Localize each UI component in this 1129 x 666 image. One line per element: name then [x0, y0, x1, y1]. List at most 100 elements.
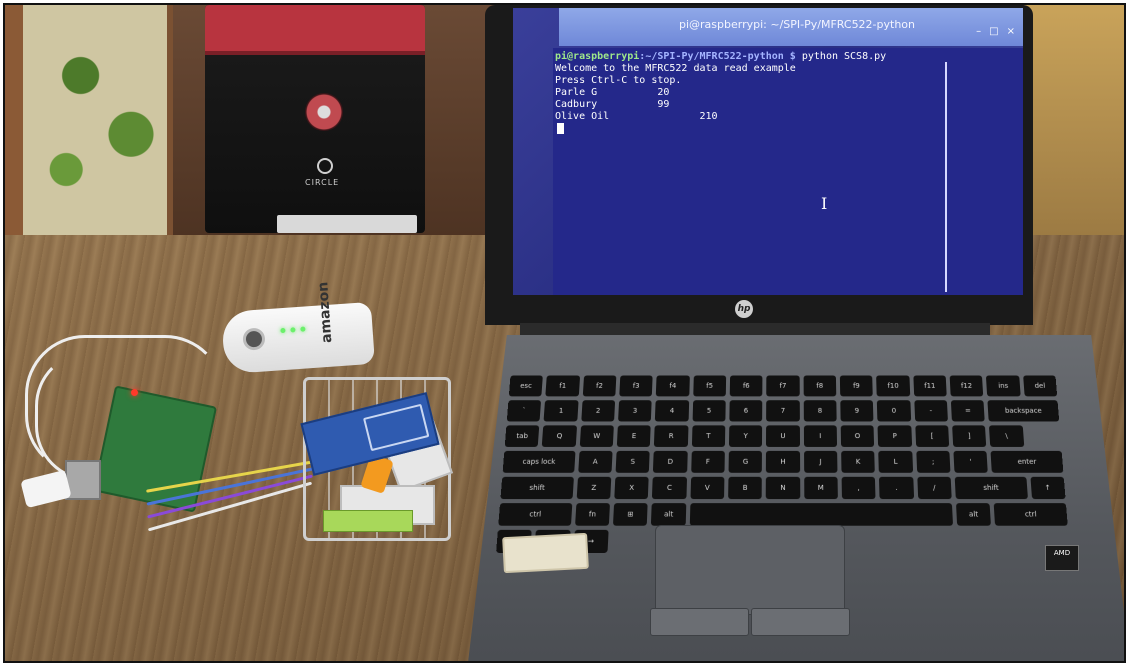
- key[interactable]: V: [690, 476, 725, 500]
- key[interactable]: 4: [655, 400, 689, 422]
- key[interactable]: C: [652, 476, 687, 500]
- key[interactable]: alt: [955, 503, 992, 526]
- key[interactable]: A: [577, 450, 613, 473]
- key[interactable]: ctrl: [993, 503, 1068, 526]
- key[interactable]: I: [803, 425, 838, 447]
- key[interactable]: T: [691, 425, 726, 447]
- key[interactable]: 2: [580, 400, 616, 422]
- key[interactable]: N: [766, 476, 800, 500]
- amd-badge: AMD: [1045, 545, 1079, 571]
- key[interactable]: 6: [729, 400, 763, 422]
- key[interactable]: tab: [504, 425, 540, 447]
- key[interactable]: ins: [986, 375, 1021, 397]
- key[interactable]: ': [953, 450, 989, 473]
- touchpad[interactable]: [655, 525, 845, 615]
- key[interactable]: f11: [913, 375, 947, 397]
- key[interactable]: /: [916, 476, 952, 500]
- minimize-button[interactable]: –: [976, 26, 981, 37]
- key[interactable]: f9: [839, 375, 874, 397]
- key[interactable]: M: [803, 476, 838, 500]
- key[interactable]: f5: [692, 375, 727, 397]
- key[interactable]: esc: [508, 375, 544, 397]
- key[interactable]: shift: [500, 476, 574, 500]
- key-space[interactable]: [689, 503, 954, 526]
- key[interactable]: K: [841, 450, 876, 473]
- key[interactable]: 9: [840, 400, 874, 422]
- key[interactable]: 1: [543, 400, 579, 422]
- key[interactable]: \: [989, 425, 1024, 447]
- key[interactable]: ⊞: [612, 503, 648, 526]
- key[interactable]: R: [654, 425, 689, 447]
- key[interactable]: ;: [915, 450, 951, 473]
- terminal-command: python SCS8.py: [795, 51, 887, 62]
- key[interactable]: fn: [574, 503, 610, 526]
- key[interactable]: f2: [582, 375, 617, 397]
- key[interactable]: f12: [949, 375, 984, 397]
- key[interactable]: F: [690, 450, 725, 473]
- key[interactable]: J: [803, 450, 838, 473]
- prompt-user: pi@raspberrypi: [555, 51, 640, 62]
- key[interactable]: -: [913, 400, 948, 422]
- key[interactable]: ↑: [1030, 476, 1066, 500]
- key[interactable]: S: [615, 450, 651, 473]
- key[interactable]: 7: [766, 400, 800, 422]
- key[interactable]: f7: [766, 375, 800, 397]
- key[interactable]: f8: [803, 375, 837, 397]
- key[interactable]: D: [653, 450, 688, 473]
- key[interactable]: E: [616, 425, 652, 447]
- touchpad-left-button[interactable]: [650, 608, 749, 636]
- key[interactable]: f4: [656, 375, 690, 397]
- key[interactable]: alt: [651, 503, 686, 526]
- key[interactable]: backspace: [987, 400, 1060, 422]
- key[interactable]: =: [950, 400, 986, 422]
- key[interactable]: L: [878, 450, 913, 473]
- key[interactable]: P: [877, 425, 912, 447]
- terminal-window-title: pi@raspberrypi: ~/SPI-Py/MFRC522-python: [679, 18, 916, 31]
- key[interactable]: 5: [692, 400, 726, 422]
- key[interactable]: G: [728, 450, 763, 473]
- key[interactable]: O: [840, 425, 875, 447]
- raspberry-pi-led: [131, 389, 138, 396]
- key[interactable]: enter: [990, 450, 1064, 473]
- terminal-body[interactable]: pi@raspberrypi:~/SPI-Py/MFRC522-python $…: [553, 48, 1023, 295]
- key[interactable]: B: [728, 476, 763, 500]
- key[interactable]: `: [506, 400, 542, 422]
- key[interactable]: Y: [728, 425, 763, 447]
- key[interactable]: Z: [576, 476, 612, 500]
- key[interactable]: f10: [876, 375, 910, 397]
- maximize-button[interactable]: □: [989, 26, 998, 37]
- key[interactable]: 0: [877, 400, 911, 422]
- key[interactable]: .: [879, 476, 914, 500]
- key[interactable]: U: [766, 425, 800, 447]
- key[interactable]: shift: [954, 476, 1028, 500]
- key[interactable]: H: [766, 450, 800, 473]
- key[interactable]: f6: [729, 375, 763, 397]
- hp-logo-icon: hp: [735, 300, 753, 318]
- key[interactable]: f1: [545, 375, 580, 397]
- key[interactable]: 3: [618, 400, 652, 422]
- key[interactable]: ]: [952, 425, 987, 447]
- product-label: [323, 510, 413, 532]
- antenna-coil: [362, 403, 430, 452]
- close-button[interactable]: ×: [1007, 26, 1015, 37]
- power-bank-button: [242, 327, 266, 351]
- tower-red-top: [205, 5, 425, 55]
- terminal-titlebar[interactable]: pi@raspberrypi: ~/SPI-Py/MFRC522-python …: [559, 8, 1023, 46]
- terminal-scrollbar[interactable]: [945, 62, 947, 292]
- touchpad-right-button[interactable]: [751, 608, 850, 636]
- key[interactable]: del: [1022, 375, 1058, 397]
- power-bank-led: [290, 327, 296, 333]
- key[interactable]: X: [614, 476, 650, 500]
- key[interactable]: 8: [803, 400, 837, 422]
- key[interactable]: Q: [542, 425, 577, 447]
- power-bank-led: [300, 326, 306, 332]
- key[interactable]: W: [579, 425, 614, 447]
- key[interactable]: caps lock: [502, 450, 576, 473]
- key[interactable]: ,: [841, 476, 876, 500]
- key[interactable]: ctrl: [498, 503, 572, 526]
- tower-base: [277, 215, 417, 233]
- terminal-output-line: Press Ctrl-C to stop.: [555, 75, 682, 86]
- key[interactable]: [: [914, 425, 950, 447]
- key[interactable]: f3: [619, 375, 653, 397]
- power-bank: amazon: [221, 281, 375, 375]
